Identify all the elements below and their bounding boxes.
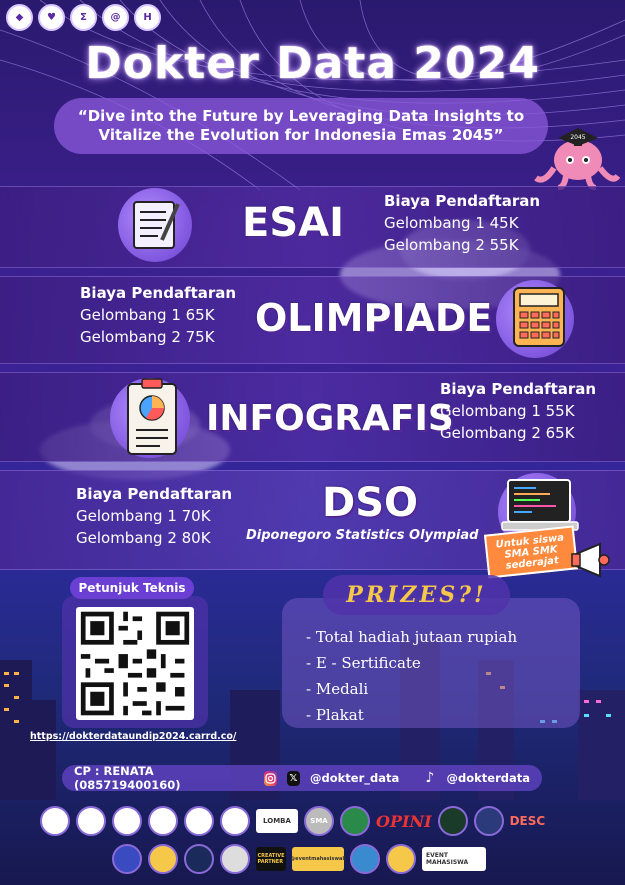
olimpiade-wave2: Gelombang 2 75K xyxy=(80,328,215,346)
sponsor-logo xyxy=(40,806,70,836)
sponsor-logo xyxy=(184,806,214,836)
list-item: - Medali xyxy=(306,680,369,698)
instagram-icon[interactable] xyxy=(263,770,277,786)
dso-fees: Biaya Pendaftaran Gelombang 1 70K Gelomb… xyxy=(76,483,232,549)
esai-wave1: Gelombang 1 45K xyxy=(384,214,519,232)
infografis-fee-heading: Biaya Pendaftaran xyxy=(440,380,597,398)
esai-wave2: Gelombang 2 55K xyxy=(384,236,519,254)
sponsor-logo xyxy=(340,806,370,836)
clipboard-chart-icon xyxy=(127,378,177,455)
mascot-year: 2045 xyxy=(570,134,585,141)
sponsor-logo xyxy=(184,844,214,874)
qr-code-pattern xyxy=(80,611,190,716)
olimpiade-fee-heading: Biaya Pendaftaran xyxy=(80,284,237,302)
sponsor-logo xyxy=(386,844,416,874)
sponsor-row: LOMBA SMA OPINI DESC xyxy=(40,806,600,836)
sponsor-row: CREATIVE PARTNER @eventmahasiswa8 EVENT … xyxy=(40,844,600,874)
tagline: “Dive into the Future by Leveraging Data… xyxy=(54,98,548,154)
calculator-icon xyxy=(513,287,565,347)
poster: ◆ ♥ Σ @ H Dokter Data 2024 “Dive into th… xyxy=(0,0,625,885)
dso-wave1: Gelombang 1 70K xyxy=(76,507,211,525)
infografis-title: INFOGRAFIS xyxy=(206,398,454,439)
event-mahasiswa-logo: EVENT MAHASISWA xyxy=(422,847,486,871)
e-logo: Σ xyxy=(70,4,97,31)
technical-guide-label: Petunjuk Teknis xyxy=(70,577,194,599)
technical-guide-link[interactable]: https://dokterdataundip2024.carrd.co/ xyxy=(30,731,236,742)
infografis-wave1: Gelombang 1 55K xyxy=(440,402,575,420)
infografis-wave2: Gelombang 2 65K xyxy=(440,424,575,442)
megaphone-icon xyxy=(571,542,610,578)
dso-audience-badge: Untuk siswa SMA SMK sederajat xyxy=(483,525,579,579)
infografis-fees: Biaya Pendaftaran Gelombang 1 55K Gelomb… xyxy=(440,378,596,444)
heart-logo: ♥ xyxy=(38,4,65,31)
prizes-list: - Total hadiah jutaan rupiah - E - Serti… xyxy=(306,624,517,728)
sponsor-logo xyxy=(220,844,250,874)
instagram-handle[interactable]: @dokter_data xyxy=(310,771,399,785)
tiktok-icon[interactable]: ♪ xyxy=(423,770,436,786)
creative-partner-logo: CREATIVE PARTNER xyxy=(256,847,286,871)
desc-logo: DESC xyxy=(509,814,546,828)
x-icon[interactable]: 𝕏 xyxy=(286,770,301,786)
lomba-logo: LOMBA xyxy=(256,809,298,833)
esai-fee-heading: Biaya Pendaftaran xyxy=(384,192,541,210)
h-logo: H xyxy=(134,4,161,31)
tiktok-handle[interactable]: @dokterdata xyxy=(447,771,531,785)
esai-fees: Biaya Pendaftaran Gelombang 1 45K Gelomb… xyxy=(384,190,540,256)
eventmahasiswa-logo: @eventmahasiswa8 xyxy=(290,847,346,871)
sponsor-logo xyxy=(148,844,178,874)
contact-person: CP : RENATA (085719400160) xyxy=(74,764,181,792)
sponsor-logo xyxy=(437,806,468,836)
sponsor-logo xyxy=(76,806,106,836)
prizes-title: PRIZES?! xyxy=(323,575,510,615)
list-item: - E - Sertificate xyxy=(306,654,421,672)
at-logo: @ xyxy=(102,4,129,31)
sponsor-logo xyxy=(112,844,142,874)
sma-logo-text: SMA xyxy=(310,817,328,825)
dso-title: DSO xyxy=(322,480,419,526)
sponsor-logos: LOMBA SMA OPINI DESC CREATIVE PARTNER @e… xyxy=(40,806,600,882)
sponsor-logo xyxy=(473,806,504,836)
sponsor-logo xyxy=(148,806,178,836)
octopus-mascot-icon: 2045 xyxy=(534,128,620,190)
opini-logo: OPINI xyxy=(376,811,432,831)
list-item: - Plakat xyxy=(306,706,364,724)
sponsor-logo xyxy=(350,844,380,874)
dso-wave2: Gelombang 2 80K xyxy=(76,529,211,547)
olimpiade-wave1: Gelombang 1 65K xyxy=(80,306,215,324)
partner-logos-top: ◆ ♥ Σ @ H xyxy=(6,4,161,31)
contact-bar: CP : RENATA (085719400160) 𝕏 @dokter_dat… xyxy=(62,764,542,792)
olimpiade-fees: Biaya Pendaftaran Gelombang 1 65K Gelomb… xyxy=(80,282,236,348)
list-item: - Total hadiah jutaan rupiah xyxy=(306,628,518,646)
dso-audience-text: Untuk siswa SMA SMK sederajat xyxy=(495,532,565,572)
sponsor-logo xyxy=(112,806,142,836)
qr-code-icon[interactable] xyxy=(76,607,194,720)
olimpiade-title: OLIMPIADE xyxy=(255,296,493,340)
sma-logo: SMA xyxy=(304,806,334,836)
esai-title: ESAI xyxy=(242,200,344,246)
dso-fee-heading: Biaya Pendaftaran xyxy=(76,485,233,503)
undip-logo: ◆ xyxy=(6,4,33,31)
page-title: Dokter Data 2024 xyxy=(85,38,540,89)
dso-subtitle: Diponegoro Statistics Olympiad xyxy=(246,528,479,543)
paper-pen-icon xyxy=(133,201,180,249)
sponsor-logo xyxy=(220,806,250,836)
